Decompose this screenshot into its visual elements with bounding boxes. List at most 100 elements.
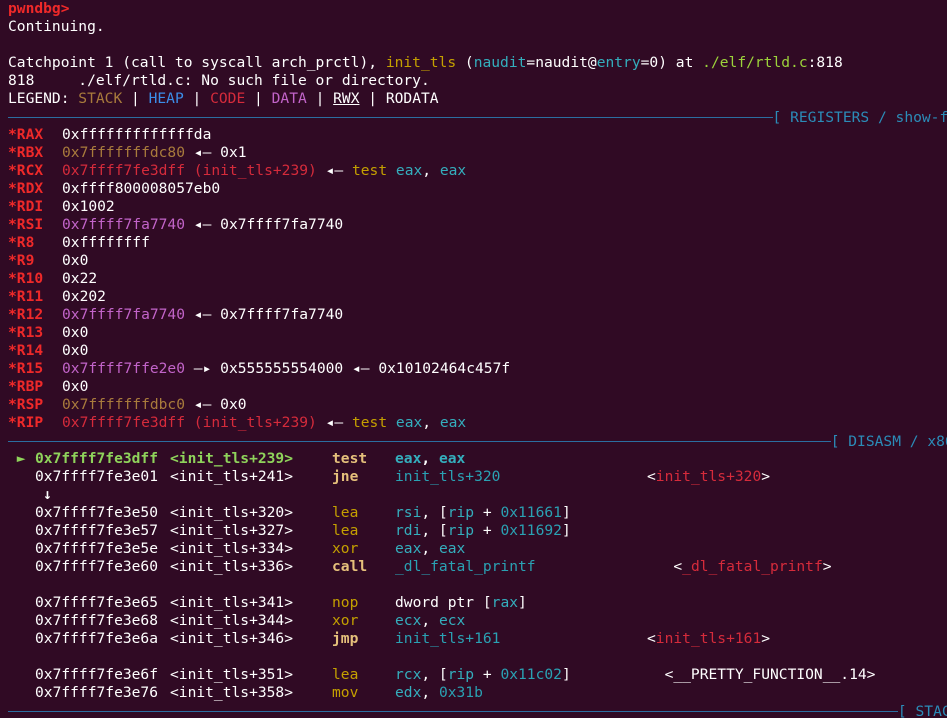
register-value: ◂— — [316, 162, 352, 179]
register-value: 0x555555554000 — [220, 360, 344, 377]
operand: 0x11661 — [500, 504, 562, 521]
branch-down-icon: ↓ — [8, 486, 52, 503]
register-row: *RIP 0x7ffff7fe3dff (init_tls+239) ◂— tes… — [8, 414, 947, 432]
instruction-mnemonic: xor — [332, 540, 359, 557]
instruction-symbol: <init_tls+346> — [170, 630, 294, 647]
instruction-address: 0x7ffff7fe3dff — [35, 450, 159, 467]
operand: , — [421, 450, 439, 467]
instruction-comment: > — [822, 558, 832, 575]
disasm-row: 0x7ffff7fe3e6f <init_tls+351> lea rcx, [rip… — [8, 666, 947, 684]
register-row: *RBP 0x0 — [8, 378, 947, 396]
legend-sep: | — [245, 90, 272, 107]
disasm-row: 0x7ffff7fe3e65 <init_tls+341> nop dword ptr… — [8, 594, 947, 612]
branch-arrow-row: ↓ — [8, 486, 947, 504]
registers-separator: [ REGISTERS / show-flags off / show-comp… — [8, 108, 947, 126]
register-value: 0x7ffff7fa7740 — [62, 216, 186, 233]
operand: ecx — [395, 612, 422, 629]
paren-open: ( — [456, 54, 474, 71]
register-row: *RBX 0x7fffffffdc80 ◂— 0x1 — [8, 144, 947, 162]
register-value: ◂— — [343, 360, 379, 377]
registers-header: [ REGISTERS / show-flags off / show-comp… — [772, 108, 947, 126]
register-row: *RDI 0x1002 — [8, 198, 947, 216]
register-row: *RCX 0x7ffff7fe3dff (init_tls+239) ◂— tes… — [8, 162, 947, 180]
operand: eax — [395, 450, 422, 467]
instruction-symbol: <init_tls+336> — [170, 558, 294, 575]
instruction-operands: rsi, [rip + 0x11661] — [395, 504, 647, 522]
register-value: 0x0 — [62, 252, 89, 269]
register-value: 0x7ffff7ffe2e0 — [62, 360, 186, 377]
legend-title: LEGEND: — [8, 90, 79, 107]
disasm-row: 0x7ffff7fe3e01 <init_tls+241> jne init_tls+… — [8, 468, 947, 486]
catchpoint-line: Catchpoint 1 (call to syscall arch_prctl… — [8, 54, 947, 72]
instruction-address: 0x7ffff7fe3e76 — [35, 684, 159, 701]
register-row: *R11 0x202 — [8, 288, 947, 306]
instruction-operands: eax, eax — [395, 540, 647, 558]
legend-code: CODE — [210, 90, 246, 107]
register-value: 0x0 — [62, 324, 89, 341]
legend-sep: | — [359, 90, 386, 107]
legend-rodata: RODATA — [385, 90, 439, 107]
operand: , — [421, 684, 439, 701]
register-name: *RSP — [8, 396, 44, 413]
terminal-window[interactable]: pwndbg> Continuing. Catchpoint 1 (call t… — [0, 0, 947, 718]
source-line-num: :818 — [807, 54, 843, 71]
instruction-operands: edx, 0x31b — [395, 684, 647, 702]
operand: eax — [438, 450, 466, 467]
register-value: , — [422, 414, 440, 431]
operand: , [ — [421, 522, 448, 539]
operand: , [ — [421, 666, 448, 683]
instruction-mnemonic: lea — [332, 504, 359, 521]
operand: _dl_fatal_printf — [395, 558, 536, 575]
separator-rule — [8, 117, 773, 118]
instruction-symbol: <init_tls+320> — [170, 504, 294, 521]
register-row: *RSP 0x7fffffffdbc0 ◂— 0x0 — [8, 396, 947, 414]
instruction-mnemonic: call — [332, 558, 368, 575]
legend-data: DATA — [271, 90, 307, 107]
register-value: 0x22 — [62, 270, 98, 287]
register-name: *R14 — [8, 342, 44, 359]
instruction-comment: init_tls+161 — [655, 630, 762, 647]
instruction-operands: ecx, ecx — [395, 612, 647, 630]
register-name: *R10 — [8, 270, 44, 287]
instruction-comment: _dl_fatal_printf — [682, 558, 823, 575]
register-value: 0x7ffff7fa7740 — [220, 216, 344, 233]
instruction-comment: <__PRETTY_FUNCTION__.14> — [647, 666, 876, 683]
instruction-symbol: <init_tls+239> — [170, 450, 294, 467]
disasm-header: [ DISASM / x86-64 / set emulate on ] — [830, 432, 947, 450]
stack-separator: [ STACK ] — [8, 702, 947, 718]
operand: eax — [438, 540, 466, 557]
instruction-address: 0x7ffff7fe3e6f — [35, 666, 159, 683]
register-value: 0x7ffff7fa7740 — [62, 306, 186, 323]
operand: eax — [395, 540, 422, 557]
operand: , — [421, 540, 439, 557]
disasm-panel: ► 0x7ffff7fe3dff <init_tls+239> test eax, ea… — [8, 450, 947, 702]
register-value: 0x0 — [62, 378, 89, 395]
operand: init_tls+161 — [395, 630, 501, 647]
disasm-row: 0x7ffff7fe3e5e <init_tls+334> xor eax, eax — [8, 540, 947, 558]
register-row: *R8 0xffffffff — [8, 234, 947, 252]
separator-rule — [8, 711, 898, 712]
register-name: *RDI — [8, 198, 44, 215]
operand: 0x31b — [438, 684, 483, 701]
legend-sep: | — [183, 90, 211, 107]
register-value: 0x0 — [62, 342, 89, 359]
instruction-address: 0x7ffff7fe3e5e — [35, 540, 159, 557]
instruction-symbol: <init_tls+341> — [170, 594, 294, 611]
register-value: 0x7ffff7fe3dff (init_tls+239) — [62, 162, 317, 179]
register-value: ◂— — [316, 414, 352, 431]
operand: , [ — [421, 504, 448, 521]
continuing-line: Continuing. — [8, 18, 105, 35]
register-name: *RIP — [8, 414, 44, 431]
source-file: ./elf/rtld.c — [702, 54, 808, 71]
operand: + — [474, 666, 501, 683]
instruction-mnemonic: lea — [332, 666, 359, 683]
arg-entry: entry — [596, 54, 641, 71]
register-value: 0x7fffffffdbc0 — [62, 396, 186, 413]
instruction-symbol: <init_tls+241> — [170, 468, 294, 485]
disasm-blank — [8, 648, 947, 666]
instruction-mnemonic: nop — [332, 594, 359, 611]
instruction-comment: init_tls+320 — [655, 468, 762, 485]
operand: ] — [518, 594, 527, 611]
disasm-separator: [ DISASM / x86-64 / set emulate on ] — [8, 432, 947, 450]
register-value: ◂— — [185, 216, 221, 233]
